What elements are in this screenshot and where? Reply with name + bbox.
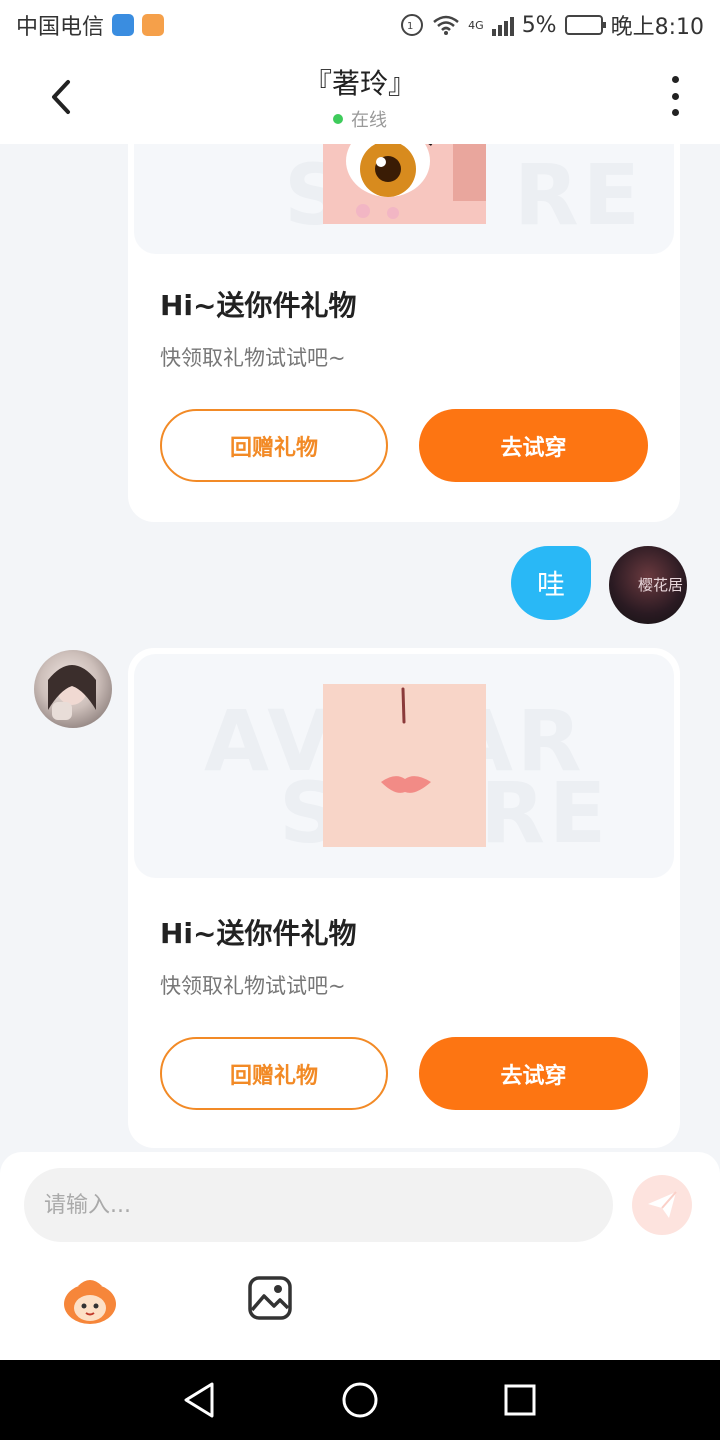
image-picker-icon[interactable]	[242, 1270, 298, 1326]
watermark-store-2: RE	[514, 146, 645, 244]
more-options-icon[interactable]	[660, 76, 690, 116]
input-panel	[0, 1152, 720, 1360]
gift-card-title: Hi~送你件礼物	[160, 289, 357, 322]
battery-icon	[564, 15, 606, 35]
wifi-icon	[433, 15, 459, 35]
gift-preview[interactable]: AVATAR STORE	[134, 654, 674, 878]
gift-card-title: Hi~送你件礼物	[160, 917, 357, 950]
clock: 晚上8:10	[610, 15, 704, 40]
online-status: 在线	[0, 106, 720, 132]
gift-item-image	[323, 144, 486, 224]
system-nav-bar	[0, 1360, 720, 1440]
return-gift-button[interactable]: 回赠礼物	[160, 409, 388, 482]
my-message-bubble[interactable]: 哇	[511, 546, 591, 620]
battery-percent: 5%	[521, 12, 557, 38]
gift-preview[interactable]: S RE	[134, 144, 674, 254]
hd-call-icon: 1	[401, 14, 424, 36]
send-icon	[648, 1191, 677, 1218]
gift-card-subtitle: 快领取礼物试试吧~	[160, 346, 346, 370]
return-gift-button[interactable]: 回赠礼物	[160, 1037, 388, 1110]
chat-list[interactable]: S RE Hi~送你件礼物 快领取礼物试试吧~ 回赠礼物 去试穿 哇 樱花居 H…	[0, 144, 720, 1156]
contact-avatar[interactable]	[34, 650, 112, 728]
nav-home-icon[interactable]	[338, 1378, 382, 1422]
svg-text:1: 1	[407, 21, 413, 32]
try-on-button[interactable]: 去试穿	[419, 409, 648, 482]
gift-card-subtitle: 快领取礼物试试吧~	[160, 974, 346, 998]
signal-icon	[491, 14, 514, 36]
gift-card: S RE Hi~送你件礼物 快领取礼物试试吧~ 回赠礼物 去试穿	[128, 144, 680, 522]
gift-card: AVATAR STORE Hi~送你件礼物 快领取礼物试试吧~ 回赠礼物 去试穿	[128, 648, 680, 1148]
video-app-icon	[142, 14, 165, 36]
contact-name: 『著玲』	[303, 67, 416, 100]
nav-recents-icon[interactable]	[498, 1378, 542, 1422]
carrier-label: 中国电信	[16, 15, 105, 40]
online-dot-icon	[333, 114, 343, 124]
online-status-label: 在线	[351, 110, 387, 131]
shield-app-icon	[112, 14, 135, 36]
emoji-sticker-icon[interactable]	[62, 1272, 118, 1328]
my-avatar-text: 樱花居	[637, 576, 683, 594]
status-bar: 中国电信 1 4G 5% 晚上8:10	[0, 0, 720, 50]
send-button[interactable]	[632, 1175, 692, 1235]
try-on-button[interactable]: 去试穿	[419, 1037, 648, 1110]
network-type: 4G	[468, 18, 484, 32]
gift-item-image	[323, 684, 486, 847]
title-block: 『著玲』 在线	[0, 62, 720, 132]
contact-avatar-image	[48, 665, 96, 720]
my-avatar[interactable]: 樱花居	[609, 546, 687, 624]
message-input[interactable]	[24, 1168, 613, 1242]
nav-back-icon[interactable]	[178, 1378, 222, 1422]
chat-header: 『著玲』 在线	[0, 50, 720, 144]
